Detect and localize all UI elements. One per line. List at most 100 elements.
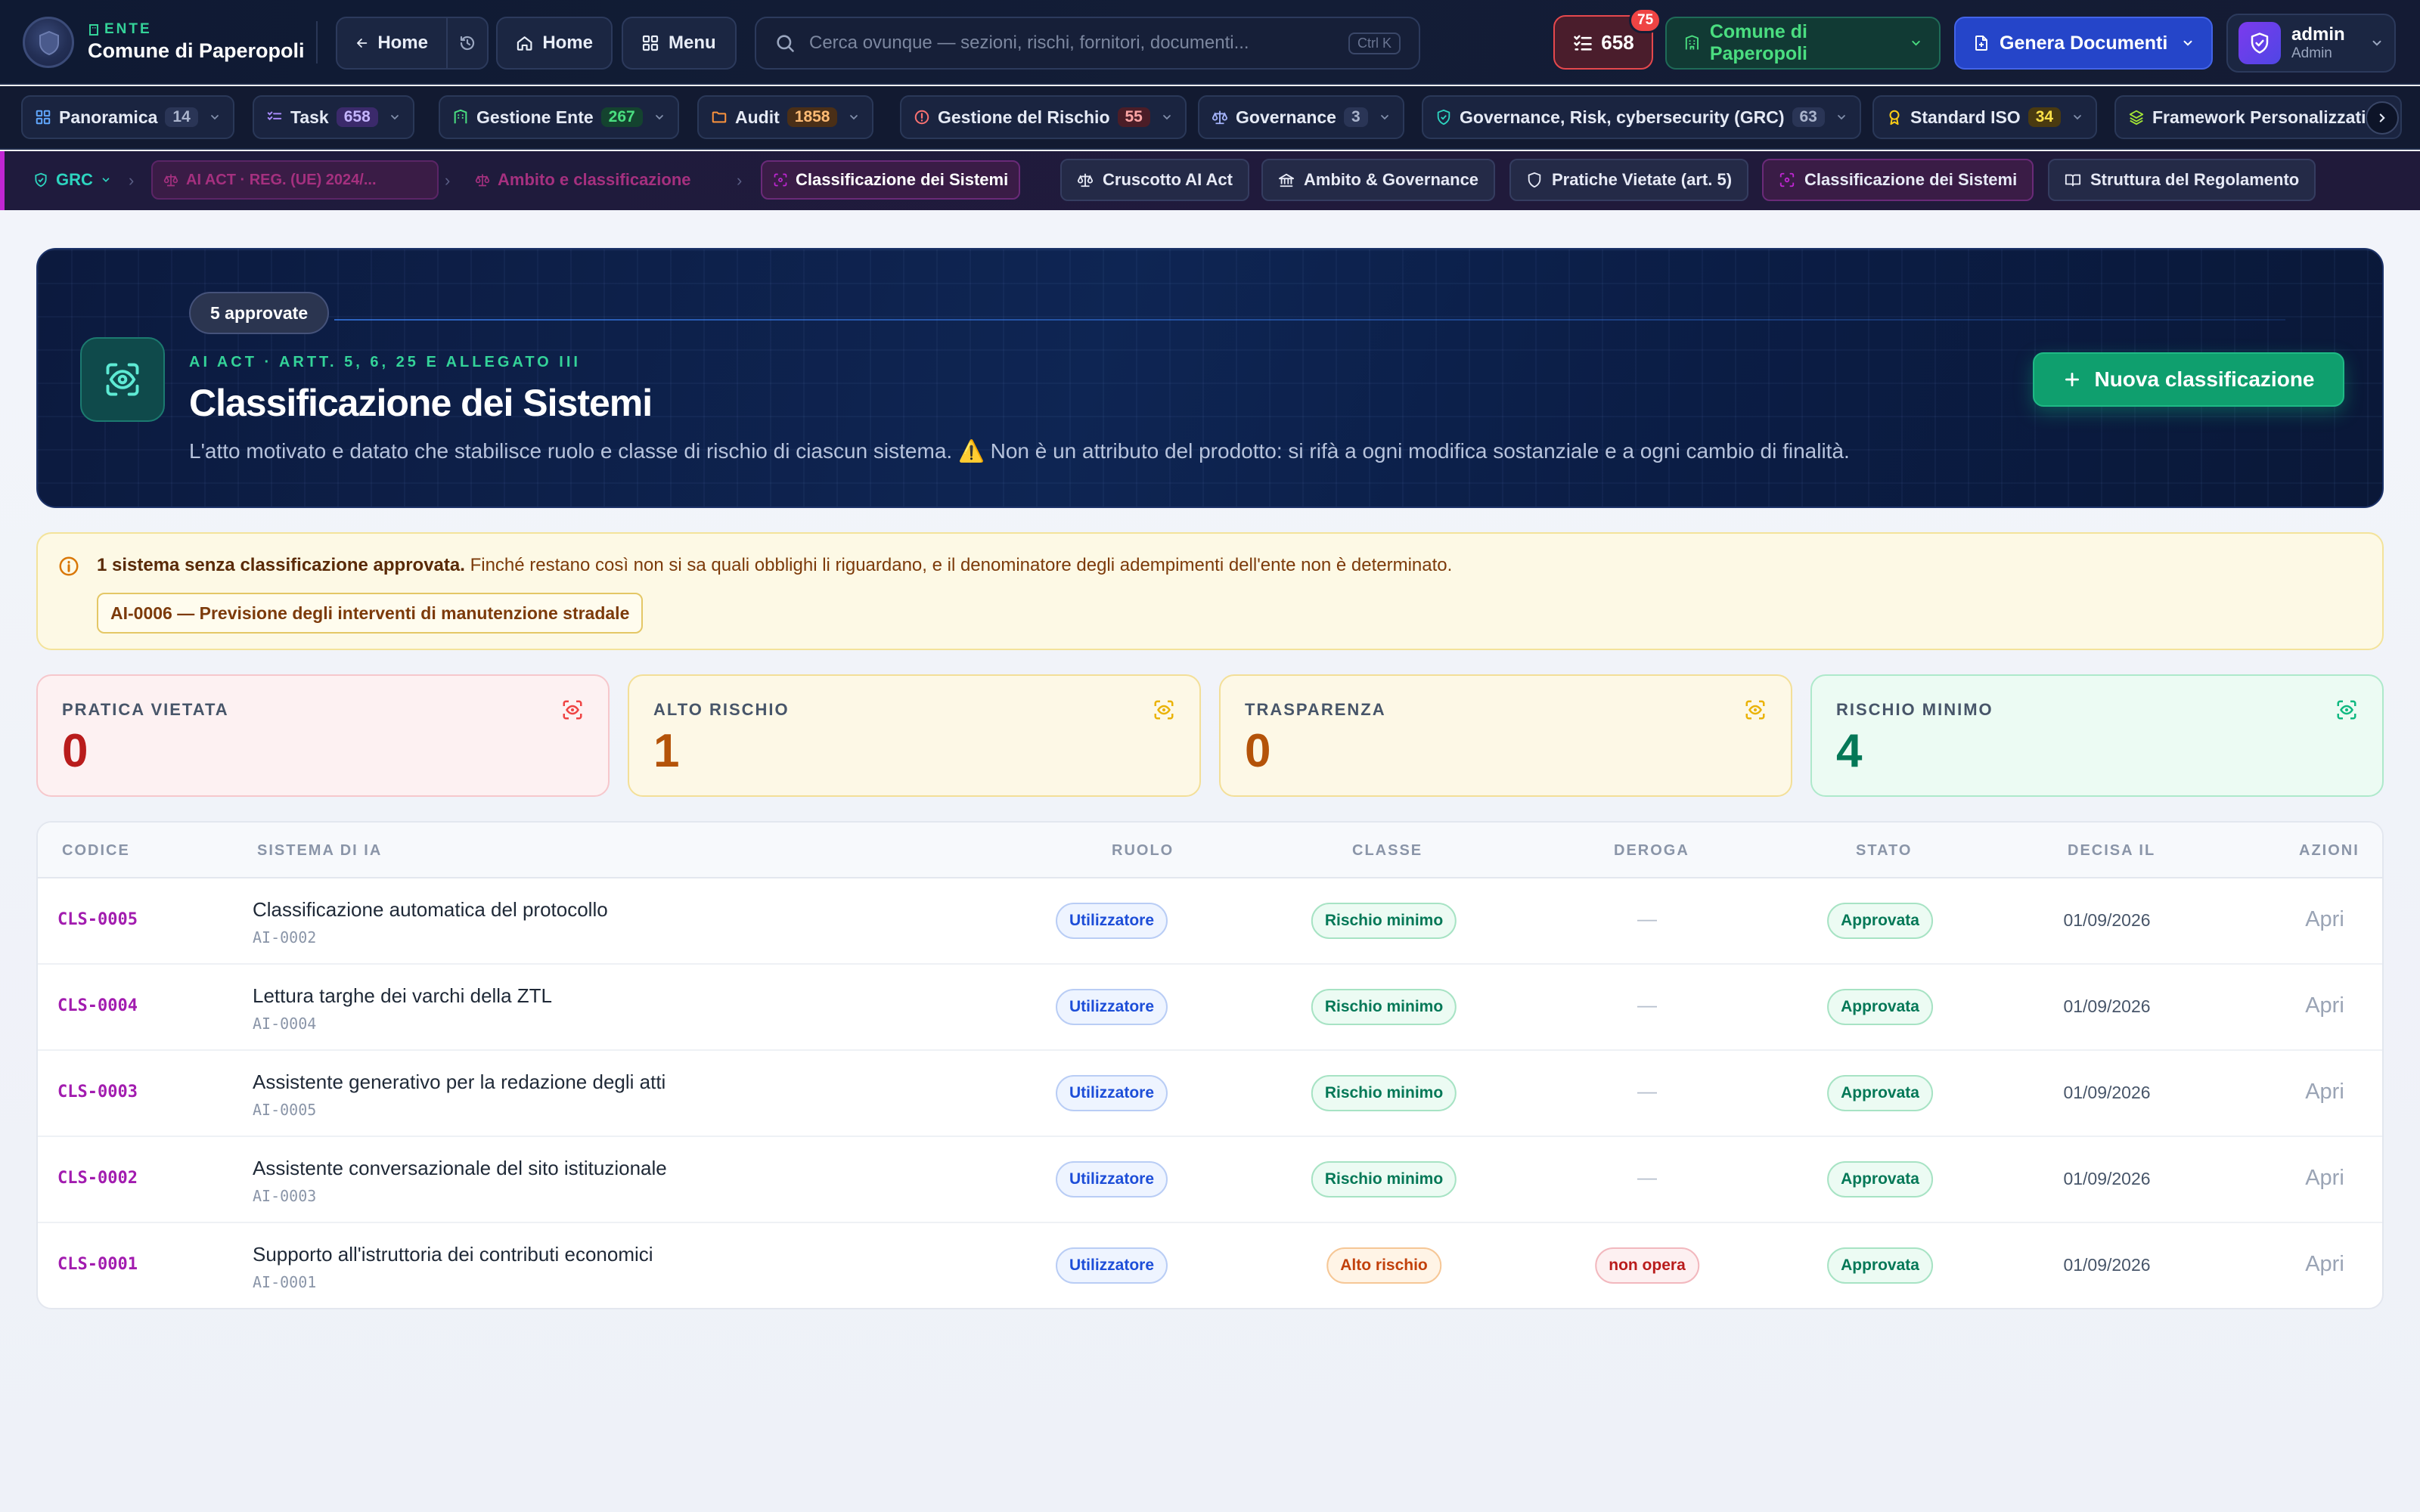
hero-grid-pattern (38, 249, 2382, 507)
derogation-value: — (1637, 1080, 1657, 1102)
table-row[interactable]: CLS-0004 Lettura targhe dei varchi della… (38, 965, 2382, 1051)
open-link[interactable]: Apri (2305, 907, 2344, 932)
stat-alto-rischio[interactable]: ALTO RISCHIO 1 (628, 674, 1201, 797)
building-icon (454, 109, 467, 124)
generate-documents-button[interactable]: Genera Documenti (1954, 17, 2213, 70)
column-stato[interactable]: STATO (1856, 842, 1912, 860)
module-gestione-ente[interactable]: Gestione Ente 267 (439, 95, 679, 139)
unclassified-system-chip[interactable]: AI-0006 — Previsione degli interventi di… (97, 593, 644, 634)
home-icon (517, 36, 532, 51)
eye-scan-icon (1154, 700, 1174, 720)
module-count: 658 (336, 107, 378, 127)
stat-pratica-vietata[interactable]: PRATICA VIETATA 0 (36, 674, 610, 797)
status-badge: Approvata (1827, 1161, 1933, 1198)
column-ruolo[interactable]: RUOLO (1112, 842, 1174, 860)
award-icon (1889, 110, 1900, 125)
module-count: 267 (600, 107, 643, 127)
class-badge: Rischio minimo (1311, 1161, 1457, 1198)
module-audit[interactable]: Audit 1858 (697, 95, 874, 139)
column-decisa-il[interactable]: DECISA IL (2068, 842, 2155, 860)
divider (316, 21, 318, 64)
column-sistema[interactable]: SISTEMA DI IA (257, 842, 382, 860)
tab-pratiche-vietate[interactable]: Pratiche Vietate (art. 5) (1509, 159, 1749, 201)
eye-scan-icon (1779, 172, 1795, 187)
open-link[interactable]: Apri (2305, 993, 2344, 1018)
chevron-down-icon (209, 111, 221, 123)
scroll-right-button[interactable] (2366, 101, 2399, 135)
classification-code[interactable]: CLS-0005 (57, 910, 138, 929)
breadcrumb-current[interactable]: Classificazione dei Sistemi (761, 160, 1021, 200)
hero-divider-line (334, 319, 2285, 321)
module-standard-iso[interactable]: Standard ISO 34 (1872, 95, 2098, 139)
stat-value: 1 (653, 725, 680, 777)
grid-icon (642, 35, 659, 51)
open-link[interactable]: Apri (2305, 1252, 2344, 1277)
derogation-value: — (1637, 907, 1657, 930)
hero-banner: 5 approvate AI ACT · ARTT. 5, 6, 25 E AL… (36, 248, 2384, 508)
classification-code[interactable]: CLS-0003 (57, 1083, 138, 1101)
module-task[interactable]: Task 658 (253, 95, 414, 139)
notifications-badge[interactable]: 75 (1629, 8, 1662, 33)
module-count: 14 (165, 107, 198, 127)
class-badge: Rischio minimo (1311, 989, 1457, 1025)
plus-icon (2065, 373, 2080, 386)
system-code: AI-0003 (253, 1187, 317, 1205)
role-badge: Utilizzatore (1055, 1161, 1168, 1198)
open-link[interactable]: Apri (2305, 1080, 2344, 1105)
module-grc[interactable]: Governance, Risk, cybersecurity (GRC) 63 (1422, 95, 1861, 139)
ente-logo[interactable] (23, 17, 74, 68)
user-menu[interactable]: admin Admin (2226, 14, 2396, 73)
shield-check-icon (2251, 33, 2269, 54)
tab-ambito-governance[interactable]: Ambito & Governance (1261, 159, 1496, 201)
tab-cruscotto-ai-act[interactable]: Cruscotto AI Act (1060, 159, 1249, 201)
back-home-button[interactable]: Home (336, 17, 448, 70)
table-row[interactable]: CLS-0001 Supporto all'istruttoria dei co… (38, 1223, 2382, 1308)
tab-classificazione-sistemi[interactable]: Classificazione dei Sistemi (1762, 159, 2034, 201)
table-row[interactable]: CLS-0002 Assistente conversazionale del … (38, 1137, 2382, 1223)
new-classification-button[interactable]: Nuova classificazione (2033, 352, 2344, 407)
breadcrumb-ai-act[interactable]: AI ACT · REG. (UE) 2024/... (151, 160, 439, 200)
shield-check-icon (35, 172, 47, 187)
module-governance[interactable]: Governance 3 (1198, 95, 1404, 139)
search-placeholder: Cerca ovunque — sezioni, rischi, fornito… (809, 33, 1249, 53)
classification-code[interactable]: CLS-0001 (57, 1255, 138, 1274)
module-framework-personalizzati[interactable]: Framework Personalizzati (2114, 95, 2402, 139)
class-badge: Alto rischio (1326, 1247, 1441, 1284)
system-name: Assistente conversazionale del sito isti… (253, 1157, 667, 1179)
role-badge: Utilizzatore (1055, 989, 1168, 1025)
classification-code[interactable]: CLS-0004 (57, 996, 138, 1015)
stat-value: 0 (62, 725, 88, 777)
column-classe[interactable]: CLASSE (1352, 842, 1423, 860)
stat-trasparenza[interactable]: TRASPARENZA 0 (1219, 674, 1792, 797)
menu-button[interactable]: Menu (622, 17, 737, 70)
history-button[interactable] (446, 17, 489, 70)
arrow-left-icon (357, 39, 368, 48)
eye-scan-icon (1745, 700, 1765, 720)
system-name: Supporto all'istruttoria dei contributi … (253, 1243, 653, 1266)
decision-date: 01/09/2026 (2063, 1255, 2151, 1275)
column-azioni: AZIONI (2299, 842, 2360, 859)
module-gestione-rischio[interactable]: Gestione del Rischio 55 (900, 95, 1187, 139)
classification-code[interactable]: CLS-0002 (57, 1169, 138, 1188)
open-link[interactable]: Apri (2305, 1166, 2344, 1191)
stat-rischio-minimo[interactable]: RISCHIO MINIMO 4 (1810, 674, 2384, 797)
breadcrumb-grc[interactable]: GRC (23, 160, 122, 200)
table-row[interactable]: CLS-0005 Classificazione automatica del … (38, 878, 2382, 965)
stat-label: TRASPARENZA (1245, 700, 1386, 719)
table-row[interactable]: CLS-0003 Assistente generativo per la re… (38, 1051, 2382, 1137)
module-count: 3 (1343, 107, 1368, 127)
ente-selector[interactable]: Comune di Paperopoli (1665, 17, 1941, 70)
global-search-input[interactable]: Cerca ovunque — sezioni, rischi, fornito… (755, 17, 1420, 70)
chevron-down-icon (2372, 40, 2381, 46)
module-panoramica[interactable]: Panoramica 14 (21, 95, 234, 139)
layers-icon (2129, 110, 2144, 125)
home-button[interactable]: Home (496, 17, 613, 70)
system-name: Lettura targhe dei varchi della ZTL (253, 984, 552, 1007)
column-deroga[interactable]: DEROGA (1614, 842, 1689, 860)
breadcrumb-ambito[interactable]: Ambito e classificazione (464, 160, 702, 200)
chevron-down-icon (1835, 111, 1848, 123)
column-codice[interactable]: CODICE (62, 842, 130, 860)
chevron-down-icon (848, 111, 860, 123)
tab-struttura-regolamento[interactable]: Struttura del Regolamento (2048, 159, 2316, 201)
eye-scan-icon (2337, 700, 2356, 720)
